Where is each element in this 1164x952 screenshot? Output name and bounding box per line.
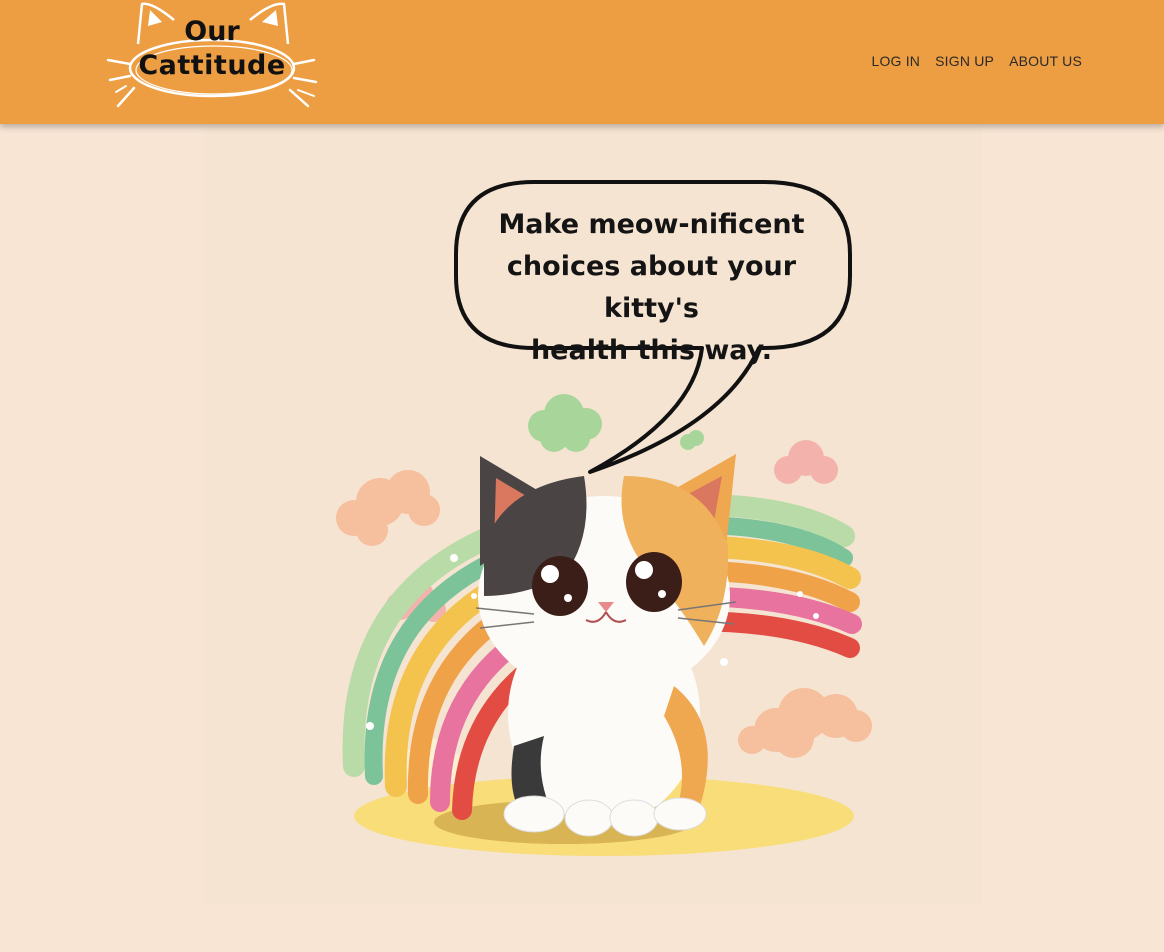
nav-login-link[interactable]: LOG IN	[871, 53, 920, 69]
site-header: Our Cattitude LOG IN SIGN UP ABOUT US	[0, 0, 1164, 124]
logo-line-1: Our	[184, 16, 240, 47]
hero-illustration: Make meow-nificent choices about your ki…	[204, 126, 982, 904]
nav-about-link[interactable]: ABOUT US	[1009, 53, 1082, 69]
speech-bubble-text: Make meow-nificent choices about your ki…	[498, 209, 805, 366]
brand-logo[interactable]: Our Cattitude	[104, 0, 320, 116]
main-nav: LOG IN SIGN UP ABOUT US	[871, 53, 1082, 69]
logo-line-2: Cattitude	[138, 50, 286, 81]
nav-signup-link[interactable]: SIGN UP	[935, 53, 994, 69]
